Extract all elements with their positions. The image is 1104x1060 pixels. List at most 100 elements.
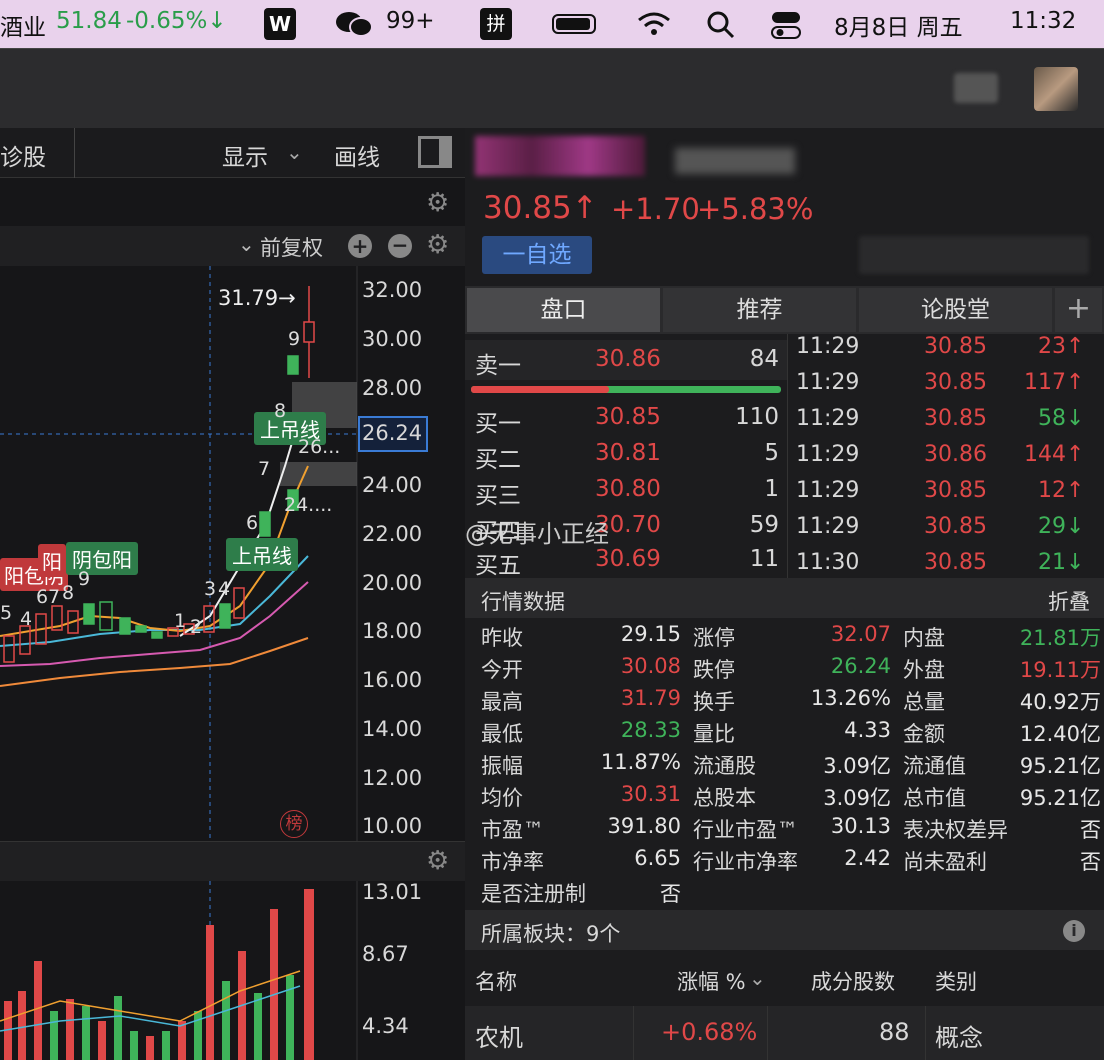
bid-row[interactable]: 买三 30.80 1	[465, 472, 787, 509]
col-type[interactable]: 类别	[935, 966, 977, 996]
wifi-icon[interactable]	[636, 10, 672, 38]
market-field-label: 总量	[903, 690, 945, 714]
bid-label: 买一	[475, 411, 521, 437]
market-field-value: 6.65	[634, 846, 681, 870]
info-icon[interactable]: i	[1063, 920, 1085, 942]
gear-icon[interactable]: ⚙	[426, 230, 449, 260]
pattern-label-hangingman[interactable]: 上吊线	[226, 538, 298, 571]
bid-volume: 110	[735, 404, 779, 430]
price-tick: 22.00	[362, 522, 423, 546]
market-data-title: 行情数据	[481, 590, 565, 614]
market-field-value: 2.42	[844, 846, 891, 870]
control-center-icon[interactable]	[770, 10, 802, 40]
tab-bar: 盘口 推荐 论股堂 +	[465, 286, 1104, 334]
pattern-label-bullish[interactable]: 阳	[38, 544, 66, 577]
seq-num: 5	[0, 602, 13, 624]
chevron-down-icon[interactable]: ⌄	[238, 232, 255, 256]
display-button[interactable]: 显示	[222, 138, 268, 172]
market-field-value: 26.24	[830, 654, 891, 678]
market-field-value: 29.15	[620, 622, 681, 646]
ranking-badge[interactable]: 榜	[280, 810, 308, 838]
menu-time[interactable]: 11:32	[1010, 8, 1076, 34]
high-marker: 31.79→	[218, 286, 296, 310]
info-redacted	[859, 236, 1089, 274]
panel-toggle-icon[interactable]	[418, 136, 452, 168]
sector-count: 88	[879, 1018, 910, 1046]
pattern-label-bearish-engulfing[interactable]: 阴包阳	[66, 542, 138, 575]
bid-volume: 1	[764, 476, 779, 502]
collapse-button[interactable]: 折叠	[1048, 586, 1090, 616]
price-tick: 32.00	[362, 278, 423, 302]
draw-line-button[interactable]: 画线	[334, 138, 380, 172]
search-icon[interactable]	[706, 10, 736, 40]
bid-row[interactable]: 买二 30.81 5	[465, 436, 787, 473]
market-field-label: 市净率	[481, 850, 544, 874]
tab-orderbook[interactable]: 盘口	[467, 288, 660, 332]
zoom-in-icon[interactable]: +	[348, 234, 372, 258]
price-change-pct: +5.83%	[697, 192, 814, 226]
ask-label: 卖一	[475, 353, 521, 379]
sort-chevron-icon[interactable]: ⌄	[749, 966, 766, 990]
market-field-value: 否	[1080, 818, 1101, 842]
stock-name-redacted	[475, 136, 645, 176]
watermark: @无事小正经	[465, 520, 609, 548]
col-count[interactable]: 成分股数	[811, 966, 895, 996]
menu-date: 8月8日 周五	[834, 15, 963, 41]
market-field-value: 30.08	[620, 654, 681, 678]
battery-icon[interactable]	[552, 14, 596, 34]
window-title-bar	[0, 48, 1104, 128]
market-field-value: 28.33	[620, 718, 681, 742]
wps-icon[interactable]: W	[264, 8, 296, 40]
market-field-label: 总市值	[903, 786, 966, 810]
seq-num: 7	[258, 458, 271, 480]
tick-list[interactable]: 11:29 30.85 23↑ 11:29 30.85 117↑ 11:29 30.85 5…	[787, 334, 1104, 578]
kline-pane: 诊股 显示 ⌄ 画线 ⚙ ⌄ 前复权 + − ⚙ 32.00 30.00 28.…	[0, 128, 465, 1060]
sector-table-header: 名称 涨幅 % ⌄ 成分股数 类别	[465, 950, 1104, 1006]
tab-recommend[interactable]: 推荐	[663, 288, 856, 332]
avatar[interactable]	[1034, 67, 1078, 111]
tab-forum[interactable]: 论股堂	[859, 288, 1052, 332]
fq-selector[interactable]: 前复权	[260, 232, 323, 262]
screen-share-icon[interactable]	[954, 73, 998, 103]
bid-price: 30.81	[595, 440, 661, 466]
market-field-label: 均价	[481, 786, 523, 810]
market-field-label: 跌停	[693, 658, 735, 682]
market-field-label: 流通值	[903, 754, 966, 778]
gear-icon[interactable]: ⚙	[426, 846, 449, 876]
bid-row[interactable]: 买一 30.85 110	[465, 400, 787, 437]
gear-icon[interactable]: ⚙	[426, 188, 449, 218]
diagnose-button[interactable]: 诊股	[0, 138, 46, 172]
volume-tick: 8.67	[362, 942, 409, 966]
bid-ask-ratio-bar	[471, 386, 781, 393]
ask-price: 30.86	[595, 346, 661, 372]
volume-header: ⚙	[0, 841, 465, 881]
bid-label: 买二	[475, 447, 521, 473]
watchlist-button[interactable]: 一自选	[482, 236, 592, 274]
stock-ticker-change: -0.65%↓	[126, 8, 227, 34]
ask-row[interactable]: 卖一 30.86 84	[465, 340, 787, 380]
seq-num: 4	[20, 608, 33, 630]
pinyin-input-icon[interactable]: 拼	[480, 8, 512, 40]
sector-row[interactable]: 农机 +0.68% 88 概念	[465, 1006, 1104, 1060]
zoom-out-icon[interactable]: −	[388, 234, 412, 258]
sector-header: 所属板块：9个 i	[465, 910, 1104, 950]
market-field-value: 19.11万	[1019, 658, 1101, 682]
col-change[interactable]: 涨幅 %	[677, 966, 746, 996]
price-tick: 16.00	[362, 668, 423, 692]
volume-tick: 4.34	[362, 1014, 409, 1038]
bid-label: 买三	[475, 483, 521, 509]
market-field-label: 换手	[693, 690, 735, 714]
market-field-label: 量比	[693, 722, 735, 746]
price-tick: 12.00	[362, 766, 423, 790]
add-tab-icon[interactable]: +	[1055, 288, 1102, 332]
market-field-label: 尚未盈利	[903, 850, 987, 874]
seq-num: 3	[204, 578, 217, 600]
stock-ticker-name[interactable]: 酒业	[0, 8, 46, 42]
price-tick: 30.00	[362, 327, 423, 351]
price-tick: 28.00	[362, 376, 423, 400]
market-field-label: 是否注册制	[481, 882, 586, 906]
col-name[interactable]: 名称	[475, 966, 517, 996]
market-field-value: 95.21亿	[1019, 786, 1101, 810]
chevron-down-icon[interactable]: ⌄	[286, 140, 303, 164]
wechat-icon[interactable]	[334, 10, 374, 38]
